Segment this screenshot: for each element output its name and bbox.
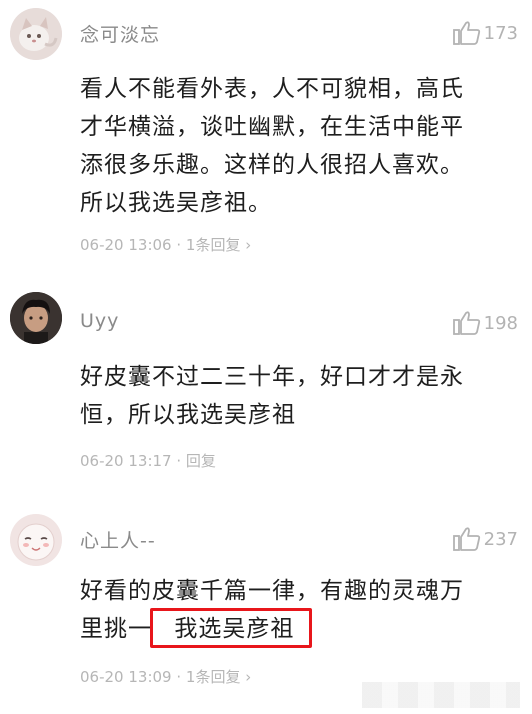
reply-link[interactable]: 1条回复 ›: [186, 668, 251, 686]
highlight-box: [150, 608, 312, 648]
comment-item: 念可淡忘 173 看人不能看外表，人不可貌相，高氏 才华横溢，谈吐幽默，在生活中…: [0, 2, 532, 272]
thumbs-up-icon: [452, 21, 480, 45]
like-button[interactable]: 237: [452, 526, 518, 552]
comment-text: 好皮囊不过二三十年，好口才才是永 恒，所以我选吴彦祖: [80, 358, 520, 434]
chevron-right-icon: ›: [245, 236, 252, 254]
comment-line: 恒，所以我选吴彦祖: [80, 402, 296, 428]
comment-line: 好皮囊不过二三十年，好口才才是永: [80, 364, 464, 390]
comment-list: 念可淡忘 173 看人不能看外表，人不可貌相，高氏 才华横溢，谈吐幽默，在生活中…: [0, 0, 532, 714]
chevron-right-icon: ›: [245, 668, 252, 686]
timestamp: 06-20 13:09: [80, 668, 172, 686]
thumbs-up-icon: [452, 311, 480, 335]
comment-meta: 06-20 13:06 · 1条回复 ›: [80, 236, 252, 254]
user-name[interactable]: Uyy: [80, 310, 119, 332]
like-count: 198: [483, 312, 518, 334]
like-button[interactable]: 173: [452, 20, 518, 46]
like-count: 173: [483, 22, 518, 44]
comment-text: 看人不能看外表，人不可貌相，高氏 才华横溢，谈吐幽默，在生活中能平 添很多乐趣。…: [80, 70, 520, 222]
avatar[interactable]: [10, 292, 62, 344]
avatar[interactable]: [10, 514, 62, 566]
avatar[interactable]: [10, 8, 62, 60]
comment-item: Uyy 198 好皮囊不过二三十年，好口才才是永 恒，所以我选吴彦祖 06-20…: [0, 290, 532, 490]
like-button[interactable]: 198: [452, 310, 518, 336]
reply-link[interactable]: 1条回复 ›: [186, 236, 251, 254]
comment-line: 看人不能看外表，人不可貌相，高氏: [80, 76, 464, 102]
user-name[interactable]: 念可淡忘: [80, 20, 160, 47]
comment-meta: 06-20 13:09 · 1条回复 ›: [80, 668, 252, 686]
comment-line: 所以我选吴彦祖。: [80, 190, 272, 216]
comment-line: 添很多乐趣。这样的人很招人喜欢。: [80, 152, 464, 178]
comment-line: 好看的皮囊千篇一律，有趣的灵魂万: [80, 578, 464, 604]
cartoon-face-avatar-icon: [10, 514, 62, 566]
timestamp: 06-20 13:17: [80, 452, 172, 470]
reply-link[interactable]: 回复: [186, 452, 216, 470]
like-count: 237: [483, 528, 518, 550]
watermark: [362, 682, 520, 708]
person-avatar-icon: [10, 292, 62, 344]
thumbs-up-icon: [452, 527, 480, 551]
cat-avatar-icon: [10, 8, 62, 60]
comment-line: 才华横溢，谈吐幽默，在生活中能平: [80, 114, 464, 140]
user-name[interactable]: 心上人--: [80, 526, 156, 553]
comment-meta: 06-20 13:17 · 回复: [80, 452, 216, 470]
timestamp: 06-20 13:06: [80, 236, 172, 254]
